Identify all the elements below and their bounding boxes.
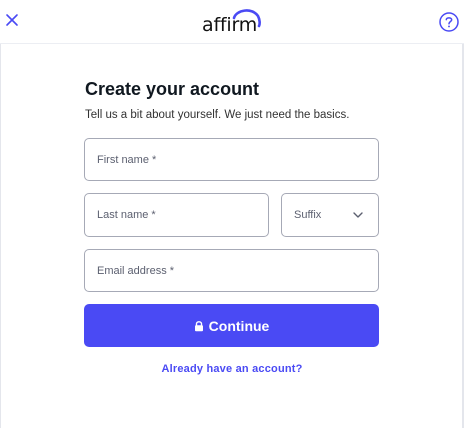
affirm-logo: affirm — [200, 6, 264, 36]
logo-text: affirm — [202, 14, 258, 36]
email-input[interactable] — [85, 250, 378, 291]
email-field[interactable] — [84, 249, 379, 292]
last-name-input[interactable] — [85, 194, 268, 236]
lock-icon — [194, 320, 203, 331]
chevron-down-icon — [353, 212, 363, 218]
first-name-field[interactable] — [84, 138, 379, 181]
page-title: Create your account — [85, 79, 260, 99]
continue-label: Continue — [208, 317, 270, 334]
close-icon[interactable] — [2, 10, 22, 30]
top-bar: affirm — [0, 0, 464, 44]
continue-button[interactable]: Continue — [84, 304, 379, 347]
page-subtitle: Tell us a bit about yourself. We just ne… — [85, 109, 350, 121]
signin-link[interactable]: Already have an account? — [0, 363, 464, 375]
suffix-label: Suffix — [294, 209, 322, 221]
help-circle-icon[interactable] — [438, 11, 460, 33]
last-name-field[interactable] — [84, 193, 269, 237]
suffix-select[interactable]: Suffix — [281, 193, 379, 237]
first-name-input[interactable] — [85, 139, 378, 180]
